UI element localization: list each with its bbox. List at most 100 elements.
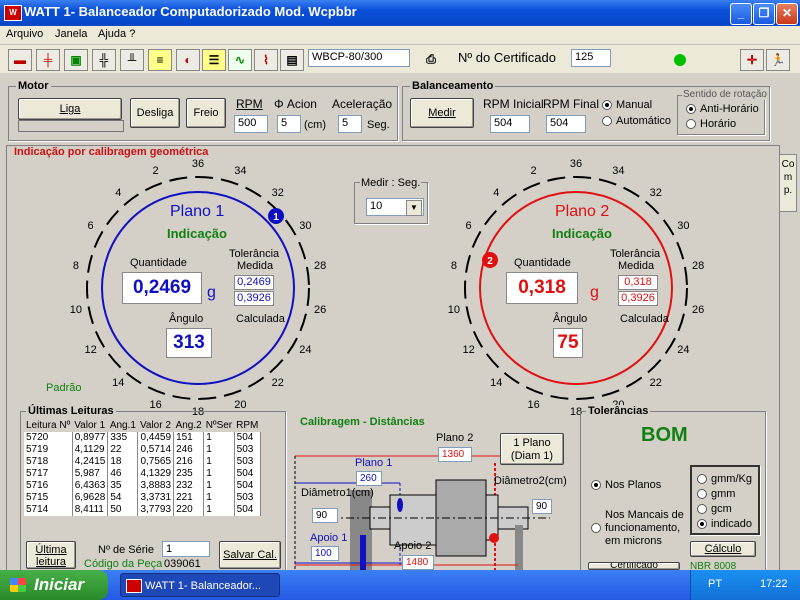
table-row[interactable]: 5717 5,987 46 4,1329 235 1 504 xyxy=(24,468,261,480)
table-cell: 3,3731 xyxy=(137,492,175,504)
medir-seg-select[interactable]: 10 ▼ xyxy=(366,198,424,216)
table-cell: 503 xyxy=(234,492,261,504)
nos-mancais-radio[interactable] xyxy=(591,523,601,533)
table-cell: 1 xyxy=(203,468,235,480)
table-cell: 1 xyxy=(203,480,235,492)
plano2-angle-label: 4 xyxy=(493,187,500,199)
gmm-kg-label: gmm/Kg xyxy=(711,473,752,485)
table-cell: 0,8977 xyxy=(72,432,109,444)
plano2-angle-label: 8 xyxy=(450,260,457,273)
table-row[interactable]: 5720 0,8977 335 0,4459 151 1 504 xyxy=(24,432,261,444)
table-cell: 216 xyxy=(173,456,205,468)
table-cell: 0,4459 xyxy=(137,432,175,444)
nos-planos-radio[interactable] xyxy=(591,480,601,490)
plano2-quantidade-label: Quantidade xyxy=(514,257,571,269)
table-cell: 35 xyxy=(107,480,139,492)
table-cell: 504 xyxy=(234,504,261,516)
windows-logo-icon xyxy=(10,578,26,592)
start-button[interactable]: Iniciar xyxy=(0,570,108,600)
diam1-field[interactable]: 90 xyxy=(312,508,338,523)
serie-field[interactable]: 1 xyxy=(162,541,210,557)
diam1-label: Diâmetro1(cm) xyxy=(301,487,374,499)
medir-seg-value: 10 xyxy=(370,200,383,212)
table-row[interactable]: 5718 4,2415 18 0,7565 216 1 503 xyxy=(24,456,261,468)
table-cell: 0,7565 xyxy=(137,456,175,468)
ultima-leitura-button[interactable]: Última leitura xyxy=(26,541,76,569)
indicado-label: indicado xyxy=(711,518,752,530)
plano2-unit: g xyxy=(590,284,599,301)
plano2-tolerancia-label: Tolerância xyxy=(610,248,661,260)
table-cell: 3,8883 xyxy=(137,480,175,492)
plano2-angle-label: 30 xyxy=(677,220,690,232)
col-header: Leitura Nº xyxy=(26,420,71,431)
plano2-angle-label: 6 xyxy=(465,220,472,232)
plano1-angle-label: 24 xyxy=(299,344,312,356)
table-cell: 1 xyxy=(203,432,235,444)
table-cell: 4,1129 xyxy=(72,444,109,456)
table-row[interactable]: 5719 4,1129 22 0,5714 246 1 503 xyxy=(24,444,261,456)
col-header: NºSer xyxy=(205,420,233,431)
apoio1-field[interactable]: 100 xyxy=(311,546,339,561)
table-cell: 54 xyxy=(107,492,139,504)
plano2-angle-label: 24 xyxy=(677,344,690,356)
apoio2-field[interactable]: 1480 xyxy=(402,555,434,570)
plano2-angle-label: 34 xyxy=(612,165,625,178)
nbr-label: NBR 8008 xyxy=(690,561,737,570)
plano2-angle-label: 2 xyxy=(530,165,537,178)
col-header: Valor 2 xyxy=(139,420,171,431)
table-row[interactable]: 5714 8,4111 50 3,7793 220 1 504 xyxy=(24,504,261,516)
plano2-angle-label: 36 xyxy=(569,158,583,170)
table-cell: 4,2415 xyxy=(72,456,109,468)
plano1-angle-label: 16 xyxy=(149,398,162,411)
taskbar-app-button[interactable]: WATT 1- Balanceador... xyxy=(120,573,280,597)
plano2-angle-label: 14 xyxy=(490,376,503,389)
apoio1-label: Apoio 1 xyxy=(310,532,348,544)
plano1-tol-calculada: 0,3926 xyxy=(234,291,274,306)
plano2-angle-label: 32 xyxy=(649,187,662,199)
gmm-radio[interactable] xyxy=(697,489,707,499)
table-cell: 1 xyxy=(203,492,235,504)
tolerancias-title: Tolerâncias xyxy=(586,405,651,417)
plano2-dist-label: Plano 2 xyxy=(436,432,474,444)
plano2-medida-label: Medida xyxy=(618,260,655,272)
table-cell: 503 xyxy=(234,456,261,468)
table-row[interactable]: 5715 6,9628 54 3,3731 221 1 503 xyxy=(24,492,261,504)
diam2-label: Diâmetro2(cm) xyxy=(494,475,567,487)
language-indicator[interactable]: PT xyxy=(708,578,722,590)
plano2-title: Plano 2 xyxy=(555,203,610,220)
leituras-table-wrap: Leitura Nº Valor 1 Ang.1 Valor 2 Ang.2 N… xyxy=(24,420,286,532)
table-cell: 22 xyxy=(107,444,139,456)
gmm-kg-radio[interactable] xyxy=(697,474,707,484)
plano1-angle-label: 30 xyxy=(299,220,312,232)
taskbar: Iniciar WATT 1- Balanceador... PT 17:22 xyxy=(0,570,800,600)
table-cell: 335 xyxy=(107,432,139,444)
chevron-down-icon[interactable]: ▼ xyxy=(406,200,422,216)
gcm-radio[interactable] xyxy=(697,504,707,514)
diam2-field[interactable]: 90 xyxy=(532,499,552,514)
plano1-angle-label: 12 xyxy=(84,344,97,356)
table-row[interactable]: 5716 6,4363 35 3,8883 232 1 504 xyxy=(24,480,261,492)
plano1-quantidade-label: Quantidade xyxy=(130,257,187,269)
salvar-cal-button[interactable]: Salvar Cal. xyxy=(219,541,281,569)
table-cell: 151 xyxy=(173,432,205,444)
plano1-calculada-label: Calculada xyxy=(236,313,285,325)
one-plano-button[interactable]: 1 Plano (Diam 1) xyxy=(500,433,564,465)
table-cell: 5714 xyxy=(24,504,73,516)
calculo-button[interactable]: Cálculo xyxy=(690,541,756,557)
plano1-angle-label: 28 xyxy=(313,260,327,273)
plano1-angle-label: 2 xyxy=(152,165,159,178)
certificado-button[interactable]: Certificado xyxy=(588,562,680,570)
indicado-radio[interactable] xyxy=(697,519,707,529)
plano1-dist-field[interactable]: 260 xyxy=(356,471,382,486)
table-cell: 5719 xyxy=(24,444,73,456)
codigo-field[interactable]: 039061 xyxy=(164,558,201,570)
col-header: Valor 1 xyxy=(74,420,106,431)
one-plano-sub: (Diam 1) xyxy=(510,450,554,462)
plano2-dist-field[interactable]: 1360 xyxy=(438,447,472,462)
table-cell: 503 xyxy=(234,444,261,456)
table-cell: 0,5714 xyxy=(137,444,175,456)
nos-planos-label: Nos Planos xyxy=(605,479,662,491)
plano2-angle-label: 12 xyxy=(462,344,475,356)
plano2-tol-calculada: 0,3926 xyxy=(618,291,658,306)
app-task-icon xyxy=(126,579,142,593)
